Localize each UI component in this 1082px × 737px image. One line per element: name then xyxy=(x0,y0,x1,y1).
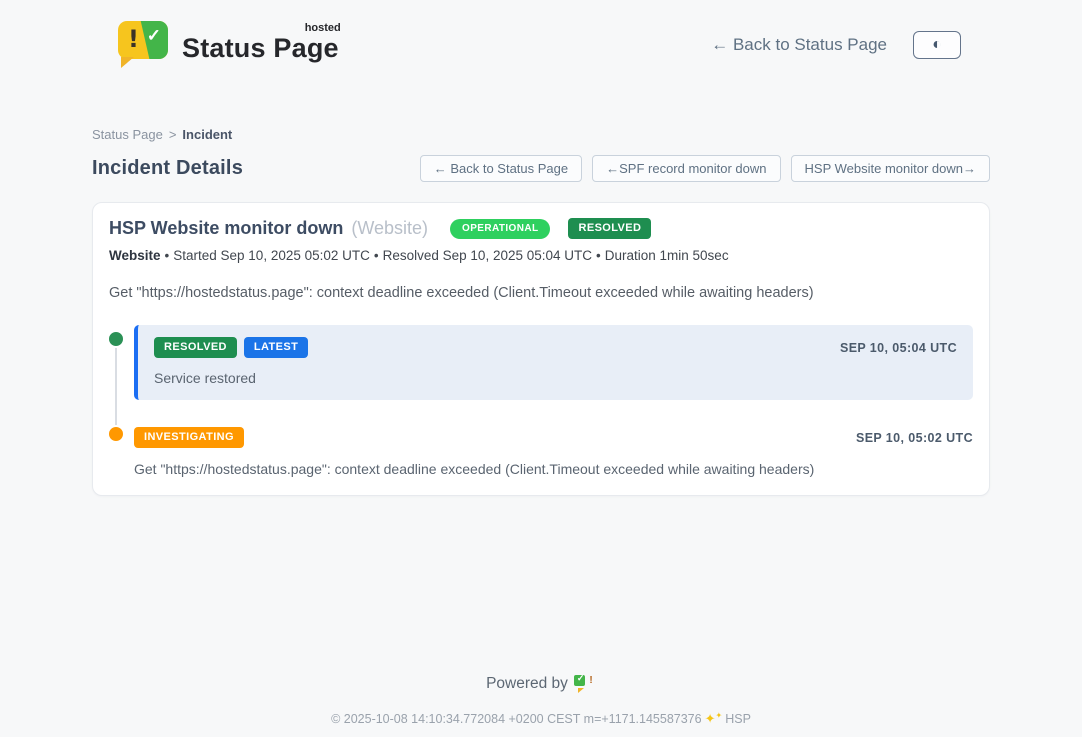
timeline-message: Get "https://hostedstatus.page": context… xyxy=(134,461,973,477)
meta-started: Started Sep 10, 2025 05:02 UTC xyxy=(173,248,370,263)
brand-superscript: hosted xyxy=(305,22,341,34)
main-content: Status Page > Incident Incident Details ← … xyxy=(92,127,990,496)
page-title: Incident Details xyxy=(92,157,243,180)
copyright-brand: HSP xyxy=(725,712,751,726)
latest-badge: LATEST xyxy=(244,337,308,358)
incident-component: (Website) xyxy=(351,218,428,239)
status-page-mini-logo-icon[interactable]: ! ✓ xyxy=(577,674,596,693)
operational-status-badge: OPERATIONAL xyxy=(450,219,550,239)
meta-resolved: Resolved Sep 10, 2025 05:04 UTC xyxy=(383,248,592,263)
timeline-timestamp: SEP 10, 05:04 UTC xyxy=(840,341,957,355)
timeline-entry-resolved: RESOLVED LATEST SEP 10, 05:04 UTC Servic… xyxy=(109,325,973,400)
meta-separator: • xyxy=(596,248,601,263)
back-to-status-page-link[interactable]: ← Back to Status Page xyxy=(711,35,887,55)
incident-nav-buttons: ← Back to Status Page ←SPF record monito… xyxy=(420,155,990,182)
meta-separator: • xyxy=(374,248,379,263)
meta-separator: • xyxy=(165,248,170,263)
copyright-line: © 2025-10-08 14:10:34.772084 +0200 CEST … xyxy=(0,711,1082,727)
mini-logo-tail xyxy=(578,688,584,693)
timeline-entry-box: RESOLVED LATEST SEP 10, 05:04 UTC Servic… xyxy=(134,325,973,400)
footer: Powered by ! ✓ © 2025-10-08 14:10:34.772… xyxy=(0,674,1082,727)
powered-by: Powered by ! ✓ xyxy=(0,674,1082,693)
next-incident-button[interactable]: HSP Website monitor down→ xyxy=(791,155,990,182)
timeline-entry-investigating: INVESTIGATING SEP 10, 05:02 UTC Get "htt… xyxy=(109,427,973,477)
incident-timeline: RESOLVED LATEST SEP 10, 05:04 UTC Servic… xyxy=(109,325,973,477)
copyright-text: © 2025-10-08 14:10:34.772084 +0200 CEST … xyxy=(331,712,702,726)
resolved-badge: RESOLVED xyxy=(154,337,237,358)
breadcrumb: Status Page > Incident xyxy=(92,127,990,142)
meta-component: Website xyxy=(109,248,161,263)
incident-card: HSP Website monitor down (Website) OPERA… xyxy=(92,202,990,496)
breadcrumb-status-page[interactable]: Status Page xyxy=(92,127,163,142)
timeline-message: Service restored xyxy=(154,370,957,386)
brand-name: Status Page xyxy=(182,33,339,63)
timeline-timestamp: SEP 10, 05:02 UTC xyxy=(856,431,973,445)
powered-by-label: Powered by xyxy=(486,675,568,693)
exclamation-icon: ! xyxy=(128,25,139,53)
check-icon: ✓ xyxy=(147,26,161,46)
meta-duration: Duration 1min 50sec xyxy=(605,248,729,263)
timeline-dot-green xyxy=(107,330,125,348)
incident-meta: Website•Started Sep 10, 2025 05:02 UTC•R… xyxy=(109,248,973,263)
brand-text: Status Page hosted xyxy=(182,21,339,64)
investigating-badge: INVESTIGATING xyxy=(134,427,244,448)
logo-bubble-tail xyxy=(121,57,134,68)
header: ! ✓ Status Page hosted ← Back to Status … xyxy=(0,0,1082,76)
sparkles-icon xyxy=(705,712,723,726)
resolved-status-badge: RESOLVED xyxy=(568,218,651,239)
prev-incident-button[interactable]: ←SPF record monitor down xyxy=(592,155,780,182)
status-page-logo-icon: ! ✓ xyxy=(118,21,168,69)
incident-description: Get "https://hostedstatus.page": context… xyxy=(109,285,973,301)
timeline-dot-orange xyxy=(107,425,125,443)
incident-title: HSP Website monitor down xyxy=(109,218,343,239)
brand-logo[interactable]: ! ✓ Status Page hosted xyxy=(118,21,339,69)
back-to-status-page-button[interactable]: ← Back to Status Page xyxy=(420,155,582,182)
breadcrumb-incident: Incident xyxy=(182,127,232,142)
breadcrumb-separator: > xyxy=(169,127,177,142)
half-circle-icon xyxy=(932,37,942,53)
theme-toggle-button[interactable] xyxy=(913,31,961,59)
